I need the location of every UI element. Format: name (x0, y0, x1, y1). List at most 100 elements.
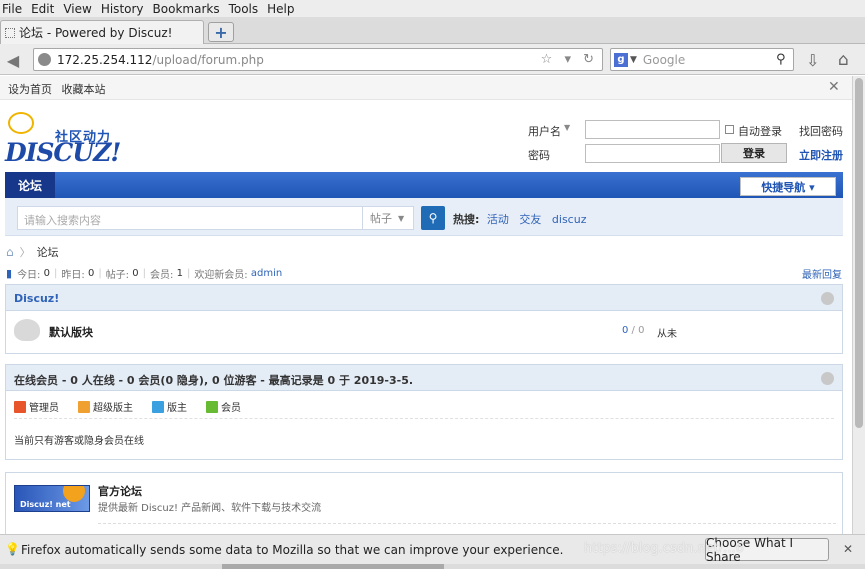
hot-search-item[interactable]: discuz (552, 213, 587, 226)
search-button[interactable]: ⚲ (421, 206, 445, 230)
home-icon[interactable]: ⌂ (6, 245, 14, 259)
download-icon[interactable]: ⇩ (806, 51, 819, 70)
navigation-toolbar: ◀ 172.25.254.112/upload/forum.php ☆ ▾ ↻ … (0, 44, 865, 75)
stat-today: 0 (43, 268, 50, 279)
search-type-select[interactable]: 帖子 ▼ (362, 206, 414, 230)
chevron-down-icon[interactable]: ▼ (630, 55, 637, 65)
forum-name[interactable]: 默认版块 (49, 324, 93, 340)
friend-link-desc: 提供最新 Discuz! 产品新闻、软件下载与技术交流 (98, 503, 322, 514)
banner-text: Discuz! net (20, 500, 71, 509)
chevron-down-icon: ▼ (398, 213, 405, 223)
super-moderator-user-icon (78, 400, 90, 413)
quick-nav-button[interactable]: 快捷导航 ▾ (740, 177, 836, 196)
tab-strip: 论坛 - Powered by Discuz! + (0, 17, 865, 44)
collapse-icon[interactable] (821, 292, 834, 305)
new-tab-button[interactable]: + (208, 22, 234, 42)
close-icon[interactable]: ✕ (843, 542, 853, 556)
forum-thread-count: 0 (622, 325, 629, 336)
url-bar[interactable]: 172.25.254.112/upload/forum.php ☆ ▾ ↻ (33, 48, 603, 71)
find-password-link[interactable]: 找回密码 (799, 123, 843, 139)
search-engine-placeholder: Google (642, 52, 686, 67)
breadcrumb-forum[interactable]: 论坛 (37, 244, 59, 260)
forum-bubble-icon (14, 319, 40, 341)
hot-search-item[interactable]: 交友 (519, 213, 541, 226)
search-icon: ⚲ (428, 211, 438, 225)
site-logo[interactable]: 社区动力 DISCUZ! (5, 110, 125, 167)
friend-links-box: Discuz! net 官方论坛 提供最新 Discuz! 产品新闻、软件下载与… (5, 472, 843, 534)
member-legend: 管理员 超级版主 版主 会员 (14, 391, 834, 419)
online-box: 在线会员 - 0 人在线 - 0 会员(0 隐身), 0 位游客 - 最高记录是… (5, 364, 843, 460)
online-title[interactable]: 在线会员 - 0 人在线 - 0 会员(0 隐身), 0 位游客 - 最高记录是… (14, 372, 413, 388)
bookmark-star-icon[interactable]: ☆ ▾ ↻ (541, 52, 598, 67)
scrollbar-thumb[interactable] (222, 564, 444, 569)
legend-label: 超级版主 (93, 403, 133, 414)
menu-file[interactable]: File (2, 2, 22, 16)
login-button[interactable]: 登录 (721, 143, 787, 163)
google-icon[interactable]: g (614, 52, 628, 67)
hot-search-item[interactable]: 活动 (487, 213, 509, 226)
username-input[interactable] (585, 120, 720, 139)
search-icon[interactable]: ⚲ (776, 52, 791, 67)
bookmark-site-link[interactable]: 收藏本站 (62, 83, 106, 96)
forum-search-input[interactable]: 请输入搜索内容 (17, 206, 363, 230)
admin-user-icon (14, 400, 26, 413)
stat-members-label: 会员: (150, 270, 174, 281)
vertical-scrollbar[interactable] (852, 76, 865, 534)
category-title[interactable]: Discuz! (14, 292, 59, 305)
legend-super-moderator: 超级版主 (78, 399, 133, 414)
search-panel: 请输入搜索内容 帖子 ▼ ⚲ 热搜: 活动 交友 discuz (5, 198, 843, 236)
discuz-banner-link[interactable]: Discuz! net (14, 485, 90, 512)
forum-counts: 0 / 0 (622, 325, 645, 336)
category-box: Discuz! 默认版块 0 / 0 从未 (5, 284, 843, 354)
stat-today-label: 今日: (17, 270, 41, 281)
set-homepage-link[interactable]: 设为首页 (8, 83, 52, 96)
login-form: 用户名 ▼ 自动登录 找回密码 密码 登录 立即注册 (528, 120, 852, 166)
legend-moderator: 版主 (152, 399, 187, 414)
menu-bookmarks[interactable]: Bookmarks (153, 2, 220, 16)
scrollbar-thumb[interactable] (855, 78, 863, 428)
latest-reply-link[interactable]: 最新回复 (802, 266, 842, 281)
legend-label: 版主 (167, 403, 187, 414)
hot-searches: 热搜: 活动 交友 discuz (453, 211, 593, 227)
browser-tab[interactable]: 论坛 - Powered by Discuz! (0, 20, 204, 44)
menu-bar: File Edit View History Bookmarks Tools H… (0, 0, 865, 17)
menu-view[interactable]: View (63, 2, 91, 16)
lightbulb-icon: 💡 (5, 542, 20, 556)
chevron-down-icon[interactable]: ▼ (564, 123, 570, 132)
password-input[interactable] (585, 144, 720, 163)
page-viewport: 设为首页 收藏本站 ✕ 社区动力 DISCUZ! 用户名 ▼ 自动登录 找回密码… (0, 76, 852, 534)
legend-member: 会员 (206, 399, 241, 414)
page-favicon-icon (5, 27, 15, 38)
horizontal-scrollbar[interactable] (0, 564, 865, 569)
stat-members: 1 (176, 268, 183, 279)
friend-link-title[interactable]: 官方论坛 (98, 483, 142, 499)
logo-wordmark: DISCUZ! (5, 138, 121, 167)
member-user-icon (206, 400, 218, 413)
menu-edit[interactable]: Edit (31, 2, 54, 16)
remember-checkbox[interactable] (725, 125, 734, 134)
legend-label: 管理员 (29, 403, 59, 414)
remember-label: 自动登录 (738, 125, 782, 138)
menu-help[interactable]: Help (267, 2, 294, 16)
choose-what-i-share-button[interactable]: Choose What I Share (705, 536, 829, 564)
forum-last-post: 从未 (657, 329, 677, 340)
newest-member-link[interactable]: admin (251, 268, 282, 279)
search-type-value: 帖子 (370, 212, 392, 225)
collapse-icon[interactable] (821, 372, 834, 385)
site-topbar: 设为首页 收藏本站 ✕ (0, 76, 852, 100)
menu-tools[interactable]: Tools (229, 2, 259, 16)
menu-history[interactable]: History (101, 2, 144, 16)
home-icon[interactable]: ⌂ (838, 50, 849, 70)
register-link[interactable]: 立即注册 (799, 147, 843, 163)
category-header: Discuz! (6, 285, 842, 311)
forum-row: 默认版块 0 / 0 从未 (6, 311, 842, 351)
stat-yesterday-label: 昨日: (61, 270, 85, 281)
stat-yesterday: 0 (87, 268, 95, 279)
back-arrow-icon[interactable]: ◀ (2, 49, 24, 71)
web-search-bar[interactable]: g ▼ Google ⚲ (610, 48, 794, 71)
divider (98, 523, 836, 524)
breadcrumb-separator: 〉 (19, 246, 31, 259)
globe-icon (38, 53, 51, 66)
nav-item-forum[interactable]: 论坛 (5, 172, 55, 198)
close-icon[interactable]: ✕ (828, 79, 840, 95)
